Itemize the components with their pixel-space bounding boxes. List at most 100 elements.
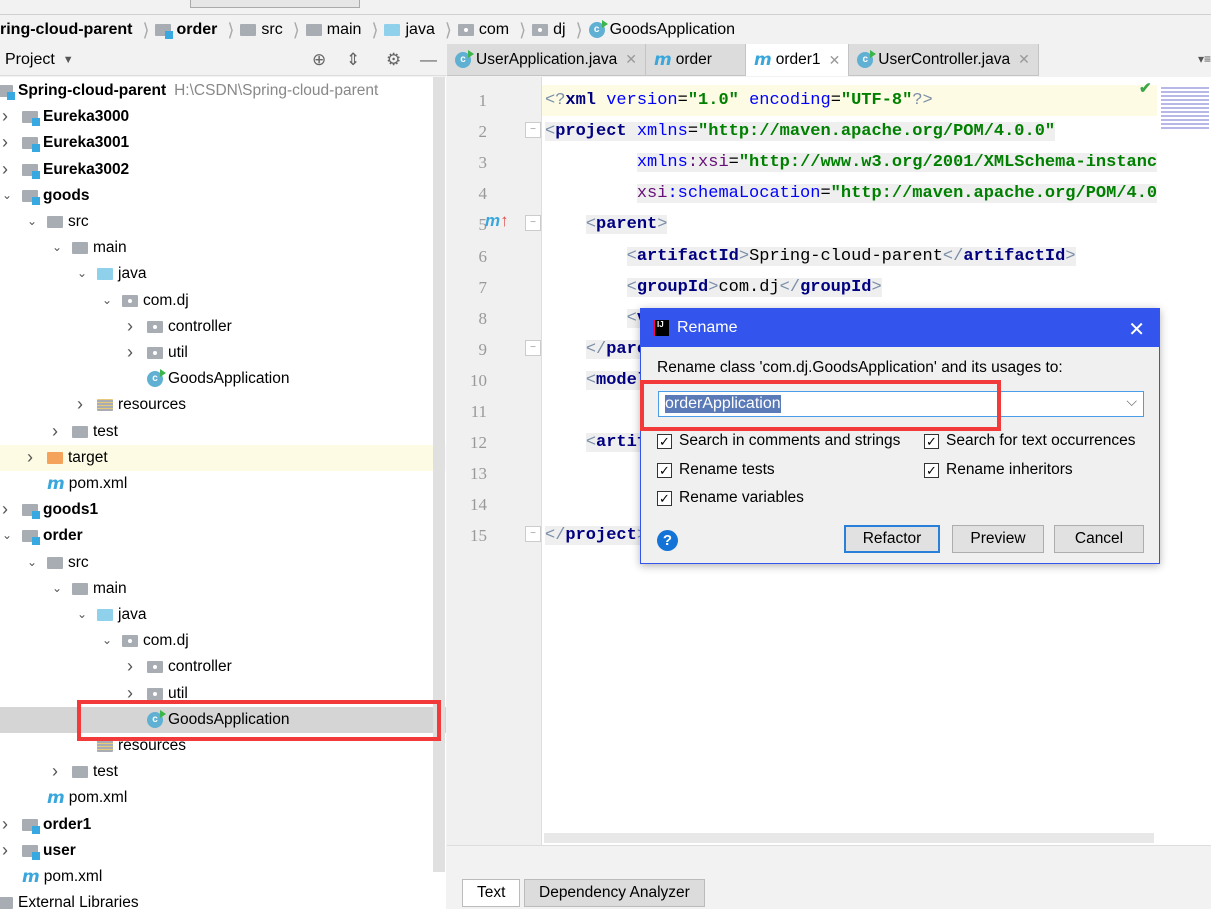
bottom-tab[interactable]: Text xyxy=(462,879,521,907)
editor-tab[interactable]: m order1 ✕ xyxy=(746,44,850,76)
tree-item[interactable]: › Eureka3000 xyxy=(0,104,446,130)
breadcrumb-item[interactable]: ⟩ src xyxy=(221,20,282,41)
tabs-menu-icon[interactable]: ▾≡ xyxy=(1198,52,1211,66)
tree-item[interactable]: c GoodsApplication xyxy=(0,366,446,392)
new-name-input[interactable]: orderApplication ⌵ xyxy=(658,391,1144,417)
chevron-down-icon[interactable]: ▼ xyxy=(63,54,74,66)
tree-item[interactable]: › controller xyxy=(0,314,446,340)
tree-item[interactable]: Spring-cloud-parent H:\CSDN\Spring-cloud-… xyxy=(0,78,446,104)
maven-parent-icon[interactable]: m↑ xyxy=(485,211,509,231)
editor-tab[interactable]: c UserApplication.java ✕ xyxy=(447,44,647,76)
tree-item[interactable]: ⌄ order xyxy=(0,523,446,549)
breadcrumb-item[interactable]: ⟩ main xyxy=(287,20,362,41)
fold-icon[interactable]: − xyxy=(525,526,541,543)
option-checkbox[interactable]: ✓ Rename inheritors xyxy=(924,461,1073,479)
chevron-down-icon[interactable]: ⌄ xyxy=(77,267,87,279)
tree-item[interactable]: ⌄ java xyxy=(0,602,446,628)
chevron-down-icon[interactable]: ⌄ xyxy=(77,608,87,620)
tree-item[interactable]: › test xyxy=(0,419,446,445)
chevron-down-icon[interactable]: ⌄ xyxy=(2,529,12,541)
chevron-right-icon[interactable]: › xyxy=(2,107,12,125)
chevron-right-icon[interactable]: › xyxy=(2,133,12,151)
tree-item[interactable]: External Libraries xyxy=(0,890,446,909)
project-view-selector[interactable]: Project xyxy=(5,51,55,69)
help-icon[interactable]: ? xyxy=(657,530,678,551)
run-config-selector[interactable] xyxy=(190,0,360,8)
minimap[interactable]: ✔ xyxy=(1139,77,1211,845)
chevron-right-icon[interactable]: › xyxy=(127,317,137,335)
tree-item[interactable]: m pom.xml xyxy=(0,864,446,890)
chevron-down-icon[interactable]: ⌄ xyxy=(52,582,62,594)
editor-tab[interactable]: morder✕ xyxy=(646,44,747,76)
fold-icon[interactable]: − xyxy=(525,339,541,356)
close-tab-icon[interactable]: ✕ xyxy=(625,51,637,68)
tree-item[interactable]: › util xyxy=(0,681,446,707)
option-checkbox[interactable]: ✓ Search in comments and strings xyxy=(657,432,900,450)
tree-item[interactable]: ⌄ com.dj xyxy=(0,288,446,314)
chevron-down-icon[interactable]: ⌄ xyxy=(27,556,37,568)
tree-item[interactable]: resources xyxy=(0,733,446,759)
collapse-all-icon[interactable]: ⇕ xyxy=(346,50,360,70)
chevron-right-icon[interactable]: › xyxy=(2,841,12,859)
tree-item[interactable]: › goods1 xyxy=(0,497,446,523)
tree-item[interactable]: m pom.xml xyxy=(0,785,446,811)
tree-item[interactable]: › test xyxy=(0,759,446,785)
refactor-button[interactable]: Refactor xyxy=(844,525,940,553)
chevron-right-icon[interactable]: › xyxy=(2,160,12,178)
breadcrumb-item[interactable]: ring-cloud-parent xyxy=(0,21,132,39)
checkbox-icon[interactable]: ✓ xyxy=(924,462,939,478)
close-tab-icon[interactable]: ✕ xyxy=(1018,51,1030,68)
tree-item[interactable]: ⌄ com.dj xyxy=(0,628,446,654)
option-checkbox[interactable]: ✓ Rename variables xyxy=(657,489,804,507)
chevron-right-icon[interactable]: › xyxy=(77,395,87,413)
checkbox-icon[interactable]: ✓ xyxy=(657,433,672,449)
tree-item[interactable]: › order1 xyxy=(0,812,446,838)
breadcrumb-item[interactable]: ⟩ com xyxy=(439,20,509,41)
tree-item[interactable]: ⌄ java xyxy=(0,261,446,287)
locate-icon[interactable]: ⊕ xyxy=(312,50,326,70)
breadcrumb-item[interactable]: ⟩ java xyxy=(365,20,434,41)
fold-icon[interactable]: − xyxy=(525,122,541,139)
tree-scrollbar[interactable] xyxy=(433,77,445,872)
chevron-right-icon[interactable]: › xyxy=(2,500,12,518)
checkbox-icon[interactable]: ✓ xyxy=(924,433,939,449)
chevron-down-icon[interactable]: ⌄ xyxy=(52,241,62,253)
tree-item[interactable]: › target xyxy=(0,444,446,471)
option-checkbox[interactable]: ✓ Search for text occurrences xyxy=(924,432,1136,450)
checkbox-icon[interactable]: ✓ xyxy=(657,490,672,506)
hide-icon[interactable]: — xyxy=(420,50,437,70)
horizontal-scrollbar[interactable] xyxy=(544,833,1154,843)
editor-tab[interactable]: c UserController.java ✕ xyxy=(849,44,1039,76)
tree-item[interactable]: ⌄ src xyxy=(0,209,446,235)
chevron-right-icon[interactable]: › xyxy=(127,657,137,675)
tree-item[interactable]: › user xyxy=(0,838,446,864)
checkbox-icon[interactable]: ✓ xyxy=(657,462,672,478)
chevron-down-icon[interactable]: ⌄ xyxy=(102,634,112,646)
chevron-right-icon[interactable]: › xyxy=(52,762,62,780)
chevron-right-icon[interactable]: › xyxy=(2,815,12,833)
bottom-tab[interactable]: Dependency Analyzer xyxy=(524,879,705,907)
tree-item[interactable]: › resources xyxy=(0,392,446,418)
breadcrumb-item[interactable]: ⟩ c GoodsApplication xyxy=(570,20,735,41)
chevron-right-icon[interactable]: › xyxy=(127,343,137,361)
tree-item[interactable]: › util xyxy=(0,340,446,366)
chevron-right-icon[interactable]: › xyxy=(27,448,37,466)
chevron-down-icon[interactable]: ⌄ xyxy=(27,215,37,227)
chevron-right-icon[interactable]: › xyxy=(52,422,62,440)
option-checkbox[interactable]: ✓ Rename tests xyxy=(657,461,775,479)
gear-icon[interactable]: ⚙ xyxy=(386,50,401,70)
tree-item[interactable]: ⌄ src xyxy=(0,550,446,576)
cancel-button[interactable]: Cancel xyxy=(1054,525,1144,553)
chevron-down-icon[interactable]: ⌵ xyxy=(1126,393,1137,410)
chevron-down-icon[interactable]: ⌄ xyxy=(2,189,12,201)
close-tab-icon[interactable]: ✕ xyxy=(829,52,841,69)
tree-item[interactable]: ⌄ goods xyxy=(0,183,446,209)
tree-item[interactable]: m pom.xml xyxy=(0,471,446,497)
tree-item[interactable]: › Eureka3002 xyxy=(0,157,446,183)
fold-icon[interactable]: − xyxy=(525,215,541,232)
tree-item[interactable]: ⌄ main xyxy=(0,576,446,602)
chevron-right-icon[interactable]: › xyxy=(127,684,137,702)
close-icon[interactable]: ✕ xyxy=(1128,317,1145,342)
preview-button[interactable]: Preview xyxy=(952,525,1044,553)
breadcrumb-item[interactable]: ⟩ order xyxy=(136,20,217,41)
